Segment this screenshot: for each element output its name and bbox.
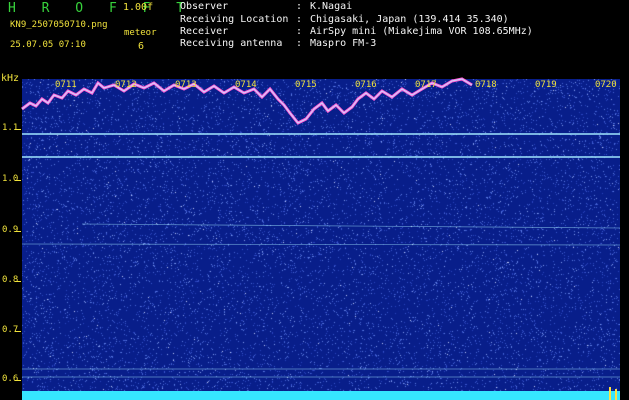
observer-value: K.Nagai bbox=[310, 1, 353, 12]
location-row: Receiving Location: Chigasaki, Japan (139… bbox=[180, 14, 509, 25]
observer-separator: : bbox=[296, 1, 303, 12]
antenna-separator: : bbox=[296, 38, 303, 49]
location-label: Receiving Location bbox=[180, 14, 289, 25]
time-tick-0718: 0718 bbox=[475, 80, 497, 90]
freq-tick-mark bbox=[15, 380, 21, 381]
observer-label: Observer bbox=[180, 1, 229, 12]
freq-tick-1-0: 1.0 bbox=[2, 174, 19, 184]
time-tick-0713: 0713 bbox=[175, 80, 197, 90]
time-tick-0717: 0717 bbox=[415, 80, 437, 90]
time-tick-0711: 0711 bbox=[55, 80, 77, 90]
freq-tick-mark bbox=[15, 129, 21, 130]
time-tick-0720: 0720 bbox=[595, 80, 617, 90]
location-value: Chigasaki, Japan (139.414 35.340) bbox=[310, 14, 509, 25]
observer-row: Observer: K.Nagai bbox=[180, 1, 352, 12]
freq-tick-1-1: 1.1 bbox=[2, 123, 19, 133]
spectrogram-overlay bbox=[21, 77, 621, 400]
meteor-count: 6 bbox=[138, 41, 145, 52]
receiver-value: AirSpy mini (Miakejima VOR 108.65MHz) bbox=[310, 26, 533, 37]
carrier-line-3 bbox=[81, 223, 621, 229]
timestamp: 25.07.05 07:10 bbox=[10, 40, 86, 50]
freq-tick-0-8: 0.8 bbox=[2, 275, 19, 285]
receiver-separator: : bbox=[296, 26, 303, 37]
antenna-value: Maspro FM-3 bbox=[310, 38, 377, 49]
time-tick-0712: 0712 bbox=[115, 80, 137, 90]
time-tick-0714: 0714 bbox=[235, 80, 257, 90]
time-tick-0716: 0716 bbox=[355, 80, 377, 90]
frequency-unit-label: kHz bbox=[1, 73, 20, 84]
antenna-row: Receiving antenna: Maspro FM-3 bbox=[180, 38, 376, 49]
spectrogram-panel bbox=[21, 77, 621, 400]
meteor-label: meteor bbox=[124, 28, 157, 38]
version-label: 1.00f bbox=[123, 2, 154, 13]
freq-tick-0-7: 0.7 bbox=[2, 325, 19, 335]
location-separator: : bbox=[296, 14, 303, 25]
freq-tick-0-6: 0.6 bbox=[2, 374, 19, 384]
freq-tick-mark bbox=[15, 281, 21, 282]
bottom-band bbox=[22, 391, 620, 400]
receiver-row: Receiver: AirSpy mini (Miakejima VOR 108.… bbox=[180, 26, 533, 37]
freq-tick-mark bbox=[15, 180, 21, 181]
carrier-line-4 bbox=[21, 243, 621, 246]
antenna-label: Receiving antenna bbox=[180, 38, 283, 49]
time-tick-0715: 0715 bbox=[295, 80, 317, 90]
file-name: KN9_2507050710.png bbox=[10, 20, 108, 30]
freq-tick-mark bbox=[15, 331, 21, 332]
freq-tick-mark bbox=[15, 231, 21, 232]
receiver-label: Receiver bbox=[180, 26, 229, 37]
freq-tick-0-9: 0.9 bbox=[2, 225, 19, 235]
app-title: H R O F F T bbox=[8, 1, 194, 16]
time-tick-0719: 0719 bbox=[535, 80, 557, 90]
